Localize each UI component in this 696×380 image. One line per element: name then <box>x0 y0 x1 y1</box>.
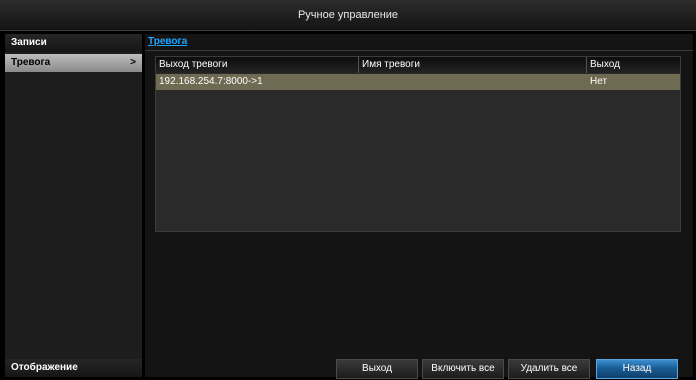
window-title: Ручное управление <box>297 9 399 21</box>
exit-button[interactable]: Выход <box>336 359 418 379</box>
sidebar-item-label: Тревога <box>11 57 51 68</box>
sidebar-item-alarm[interactable]: Тревога > <box>5 54 142 72</box>
enable-all-button[interactable]: Включить все <box>422 359 504 379</box>
delete-all-button[interactable]: Удалить все <box>508 359 590 379</box>
cell-output-state: Нет <box>590 76 608 87</box>
column-header-alarm-output[interactable]: Выход тревоги <box>156 57 359 73</box>
table-header: Выход тревоги Имя тревоги Выход <box>156 57 680 73</box>
breadcrumb[interactable]: Тревога <box>148 34 187 49</box>
breadcrumb-divider <box>145 50 693 51</box>
column-header-output[interactable]: Выход <box>587 57 680 73</box>
window-title-bar: Ручное управление <box>0 0 696 31</box>
sidebar-header-records[interactable]: Записи <box>5 34 142 52</box>
main-content: Тревога Выход тревоги Имя тревоги Выход … <box>145 34 693 379</box>
chevron-right-icon: > <box>130 57 136 68</box>
cell-alarm-name <box>359 74 587 90</box>
back-button[interactable]: Назад <box>596 359 678 379</box>
column-header-alarm-name[interactable]: Имя тревоги <box>359 57 587 73</box>
sidebar-footer-display[interactable]: Отображение <box>5 359 142 377</box>
table-row[interactable]: 192.168.254.7:8000->1 Нет <box>156 74 680 90</box>
sidebar: Записи Тревога > Отображение <box>5 34 142 377</box>
alarm-output-table: Выход тревоги Имя тревоги Выход 192.168.… <box>155 56 681 232</box>
cell-alarm-output: 192.168.254.7:8000->1 <box>159 76 263 87</box>
